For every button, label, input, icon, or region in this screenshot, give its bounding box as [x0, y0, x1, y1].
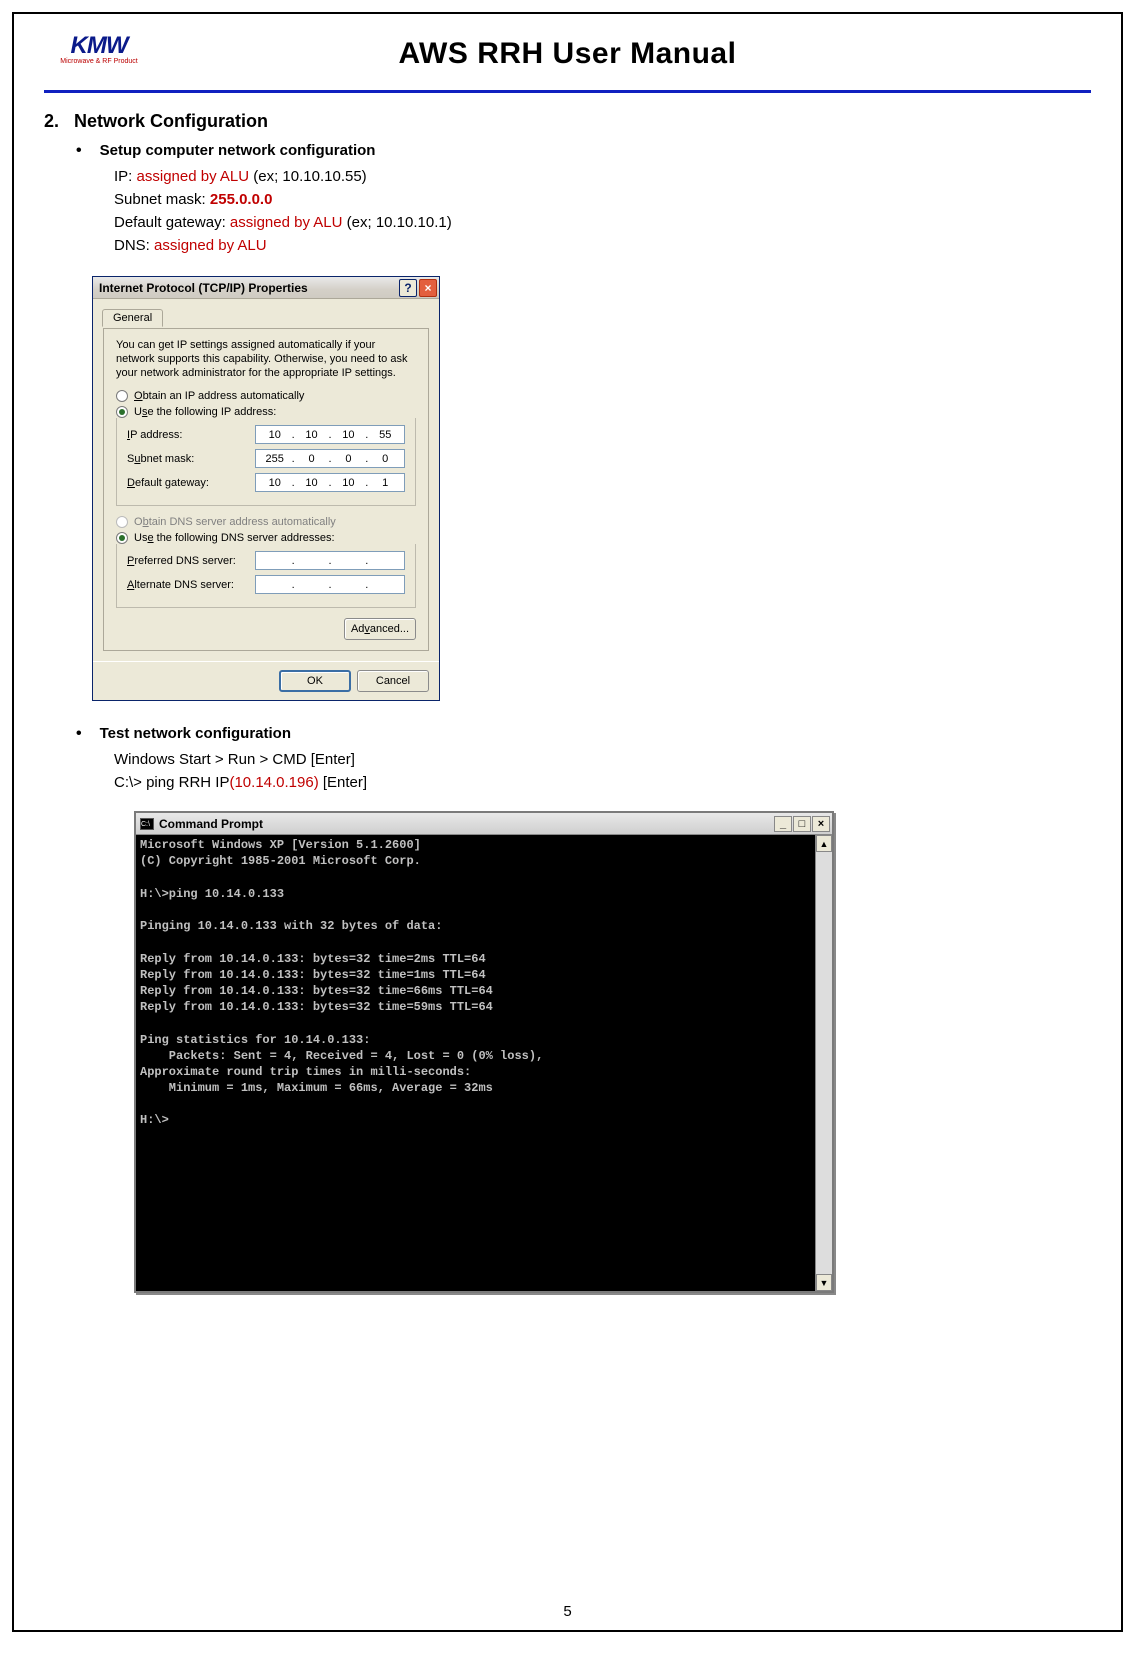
line-gateway: Default gateway: assigned by ALU (ex; 10… [114, 214, 1091, 231]
minimize-button[interactable]: _ [774, 816, 792, 832]
preferred-dns-input[interactable]: . . . [255, 551, 405, 570]
logo-text: KMW [54, 32, 144, 60]
subnet-label: Subnet mask: [114, 191, 210, 208]
cmd-titlebar[interactable]: Command Prompt _ □ × [136, 813, 832, 835]
test-line2: C:\> ping RRH IP(10.14.0.196) [Enter] [114, 774, 1091, 791]
bullet-setup-text: Setup computer network configuration [100, 142, 376, 159]
cmd-body-wrap: Microsoft Windows XP [Version 5.1.2600] … [136, 835, 832, 1291]
radio-selected-icon [116, 406, 128, 418]
section-number: 2. [44, 111, 59, 131]
page: KMW Microwave & RF Product AWS RRH User … [12, 12, 1123, 1632]
scroll-down-button[interactable]: ▼ [816, 1274, 832, 1291]
ip-label: IP: [114, 168, 137, 185]
cmd-scrollbar[interactable]: ▲ ▼ [815, 835, 832, 1291]
ip-example: (ex; 10.10.10.55) [249, 168, 367, 185]
ok-button[interactable]: OK [279, 670, 351, 692]
logo-subtext: Microwave & RF Product [54, 58, 144, 65]
radio-obtain-ip-auto[interactable]: Obtain an IP address automatically [116, 390, 416, 402]
dialog-title: Internet Protocol (TCP/IP) Properties [99, 281, 308, 295]
radio-label: Obtain an IP address automatically [134, 390, 304, 402]
gateway-value: assigned by ALU [230, 214, 343, 231]
tab-general[interactable]: General [102, 309, 163, 327]
ip-fieldset: IP address: 10. 10. 10. 55 Subnet mask: … [116, 418, 416, 506]
default-gateway-input[interactable]: 10. 10. 10. 1 [255, 473, 405, 492]
bullet-test-text: Test network configuration [100, 725, 291, 742]
help-button[interactable]: ? [399, 279, 417, 297]
subnet-value: 255.0.0.0 [210, 191, 273, 208]
row-default-gateway: Default gateway: 10. 10. 10. 1 [127, 473, 405, 492]
radio-disabled-icon [116, 516, 128, 528]
dialog-button-row: OK Cancel [93, 661, 439, 700]
bullet-dot-icon: • [76, 725, 82, 743]
line-dns: DNS: assigned by ALU [114, 237, 1091, 254]
gateway-label: Default gateway: [114, 214, 230, 231]
dns-label: DNS: [114, 237, 154, 254]
dialog-titlebar[interactable]: Internet Protocol (TCP/IP) Properties ? … [93, 277, 439, 299]
maximize-button[interactable]: □ [793, 816, 811, 832]
radio-label: Obtain DNS server address automatically [134, 516, 336, 528]
dialog-explain-text: You can get IP settings assigned automat… [116, 339, 416, 380]
radio-use-following-ip[interactable]: Use the following IP address: [116, 406, 416, 418]
cmd-icon [140, 818, 154, 830]
label-subnet-mask: Subnet mask: [127, 453, 194, 465]
document-title: AWS RRH User Manual [399, 37, 737, 71]
tcpip-properties-dialog: Internet Protocol (TCP/IP) Properties ? … [92, 276, 440, 701]
gateway-example: (ex; 10.10.10.1) [342, 214, 451, 231]
advanced-button-row: Advanced... [116, 618, 416, 640]
advanced-button[interactable]: Advanced... [344, 618, 416, 640]
close-button[interactable]: × [419, 279, 437, 297]
header-rule [44, 90, 1091, 93]
dns-fieldset: Preferred DNS server: . . . Alternate DN… [116, 544, 416, 608]
radio-label: Use the following DNS server addresses: [134, 532, 335, 544]
alternate-dns-input[interactable]: . . . [255, 575, 405, 594]
label-default-gateway: Default gateway: [127, 477, 209, 489]
radio-selected-icon [116, 532, 128, 544]
section-heading: 2. Network Configuration [44, 111, 1091, 132]
page-number: 5 [14, 1603, 1121, 1620]
test-line2-b: (10.14.0.196) [229, 774, 318, 791]
row-preferred-dns: Preferred DNS server: . . . [127, 551, 405, 570]
label-preferred-dns: Preferred DNS server: [127, 555, 236, 567]
bullet-test: • Test network configuration [76, 725, 1091, 743]
dialog-body: General You can get IP settings assigned… [93, 299, 439, 661]
cmd-title: Command Prompt [159, 817, 263, 831]
subnet-mask-input[interactable]: 255. 0. 0. 0 [255, 449, 405, 468]
logo: KMW Microwave & RF Product [54, 32, 144, 74]
page-header: KMW Microwave & RF Product AWS RRH User … [44, 24, 1091, 84]
test-line2-a: C:\> ping RRH IP [114, 774, 229, 791]
tab-strip: General [103, 305, 429, 329]
line-subnet: Subnet mask: 255.0.0.0 [114, 191, 1091, 208]
line-ip: IP: assigned by ALU (ex; 10.10.10.55) [114, 168, 1091, 185]
close-button[interactable]: × [812, 816, 830, 832]
label-alternate-dns: Alternate DNS server: [127, 579, 234, 591]
section-title: Network Configuration [74, 111, 268, 131]
bullet-dot-icon: • [76, 142, 82, 160]
bullet-setup: • Setup computer network configuration [76, 142, 1091, 160]
row-subnet-mask: Subnet mask: 255. 0. 0. 0 [127, 449, 405, 468]
row-ip-address: IP address: 10. 10. 10. 55 [127, 425, 405, 444]
tab-panel-general: You can get IP settings assigned automat… [103, 328, 429, 651]
row-alternate-dns: Alternate DNS server: . . . [127, 575, 405, 594]
radio-use-following-dns[interactable]: Use the following DNS server addresses: [116, 532, 416, 544]
radio-obtain-dns-auto: Obtain DNS server address automatically [116, 516, 416, 528]
dns-value: assigned by ALU [154, 237, 267, 254]
radio-label: Use the following IP address: [134, 406, 276, 418]
ip-value: assigned by ALU [137, 168, 250, 185]
radio-icon [116, 390, 128, 402]
ip-address-input[interactable]: 10. 10. 10. 55 [255, 425, 405, 444]
cmd-output[interactable]: Microsoft Windows XP [Version 5.1.2600] … [136, 835, 815, 1291]
cancel-button[interactable]: Cancel [357, 670, 429, 692]
command-prompt-window: Command Prompt _ □ × Microsoft Windows X… [134, 811, 834, 1293]
label-ip-address: IP address: [127, 429, 182, 441]
scroll-up-button[interactable]: ▲ [816, 835, 832, 852]
test-line1: Windows Start > Run > CMD [Enter] [114, 751, 1091, 768]
test-line2-c: [Enter] [319, 774, 367, 791]
